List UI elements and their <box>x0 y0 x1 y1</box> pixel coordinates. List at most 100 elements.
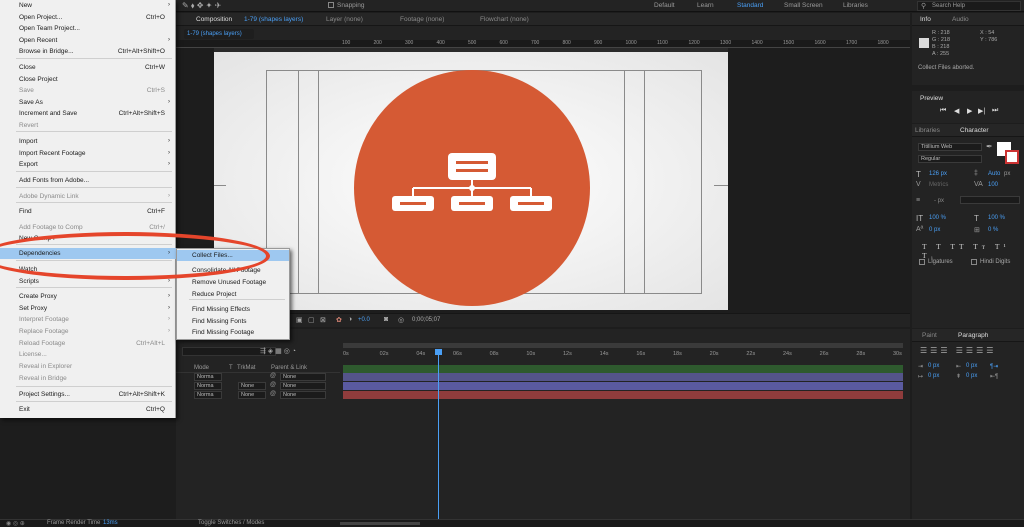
preview-title[interactable]: Preview <box>920 95 943 102</box>
playhead-handle[interactable] <box>435 349 443 355</box>
track-bar-2[interactable] <box>343 373 903 381</box>
direction-rtl-icon[interactable]: ⇤¶ <box>990 373 998 380</box>
last-frame-icon[interactable]: ⏭ <box>992 107 998 115</box>
flowchart-tab[interactable]: Flowchart (none) <box>480 16 529 23</box>
exposure-value[interactable]: +0.0 <box>358 317 370 323</box>
grid-toggle-icon[interactable]: ▣ <box>296 316 303 324</box>
submenu-item[interactable]: Find Missing Fonts <box>177 316 289 327</box>
tracking-value[interactable]: 100 <box>988 182 998 188</box>
first-frame-icon[interactable]: ⏮ <box>940 107 946 115</box>
workspace-tab-libraries[interactable]: Libraries <box>843 2 868 9</box>
audio-tab[interactable]: Audio <box>952 16 969 23</box>
workspace-tab-standard[interactable]: Standard <box>737 2 763 9</box>
workspace-tab-learn[interactable]: Learn <box>697 2 714 9</box>
leading-value[interactable]: Auto <box>988 171 1000 177</box>
indent-right-value[interactable]: 0 px <box>966 363 977 369</box>
layer-row[interactable]: Norma None @ None <box>176 382 340 390</box>
search-help-field[interactable]: ⚲ Search Help <box>917 1 1021 11</box>
next-frame-icon[interactable]: ▶| <box>978 107 985 115</box>
parent-select[interactable]: None <box>280 373 326 381</box>
breadcrumb[interactable]: 1-79 (shapes layers) <box>184 29 254 39</box>
track-bar-3[interactable] <box>343 382 903 390</box>
file-menu-item[interactable]: Find Ctrl+F <box>0 206 176 217</box>
mask-toggle-icon[interactable]: ▢ <box>308 316 315 324</box>
space-before-value[interactable]: 0 px <box>966 373 977 379</box>
file-menu-item[interactable]: Add Fonts from Adobe... <box>0 175 176 186</box>
orange-circle-shape[interactable] <box>354 70 590 306</box>
comp-tab-prefix[interactable]: Composition <box>196 16 232 23</box>
prev-frame-icon[interactable]: ◀ <box>954 107 959 115</box>
file-menu-item[interactable]: Close Ctrl+W <box>0 62 176 73</box>
parent-select[interactable]: None <box>280 382 326 390</box>
tsume-value[interactable]: 0 % <box>988 227 998 233</box>
exposure-icon[interactable]: ◑ <box>348 316 352 323</box>
baseline-shift-value[interactable]: 0 px <box>929 227 940 233</box>
libraries-tab[interactable]: Libraries <box>915 127 940 134</box>
workspace-tab-default[interactable]: Default <box>654 2 675 9</box>
file-menu-item[interactable]: Import Recent Footage › <box>0 148 176 159</box>
file-menu-item[interactable]: Project Settings... Ctrl+Alt+Shift+K <box>0 389 176 400</box>
tool-icons[interactable]: ✎ ⬧ ✥ ✦ ✈ <box>182 1 242 11</box>
blend-mode-select[interactable]: Norma <box>194 373 222 381</box>
playhead[interactable] <box>435 349 443 519</box>
stroke-width-value[interactable]: - px <box>934 198 944 204</box>
camera-icon[interactable]: ◙ <box>384 316 388 323</box>
pickwhip-icon[interactable]: @ <box>270 373 276 379</box>
font-family-select[interactable]: Titillium Web <box>918 143 982 151</box>
paragraph-tab[interactable]: Paragraph <box>958 332 988 339</box>
kerning-value[interactable]: Metrics <box>929 182 948 188</box>
pickwhip-icon[interactable]: @ <box>270 391 276 397</box>
text-style-buttons[interactable]: T T TT Tт T¹ T₁ <box>922 242 1022 260</box>
file-menu-item[interactable]: Close Project <box>0 74 176 85</box>
submenu-item[interactable]: Find Missing Footage <box>177 327 289 338</box>
file-menu-item[interactable]: New › <box>0 0 176 11</box>
snapping-checkbox[interactable] <box>328 2 334 8</box>
file-menu-item[interactable]: Open Recent › <box>0 35 176 46</box>
file-menu-item[interactable]: Export › <box>0 159 176 170</box>
eyedropper-icon[interactable]: ✒ <box>986 142 993 151</box>
first-line-value[interactable]: 0 px <box>928 373 939 379</box>
file-menu-item[interactable]: Create Proxy › <box>0 291 176 302</box>
timecode[interactable]: 0;00;05;07 <box>412 317 440 323</box>
zoom-slider[interactable] <box>340 522 420 525</box>
parent-select[interactable]: None <box>280 391 326 399</box>
snapshot-icon[interactable]: ◎ <box>398 316 404 324</box>
file-menu-item[interactable]: Open Team Project... <box>0 23 176 34</box>
workspace-tab-small-screen[interactable]: Small Screen <box>784 2 823 9</box>
comp-tab-name[interactable]: 1-79 (shapes layers) <box>244 16 303 23</box>
region-icon[interactable]: ⊠ <box>320 316 326 324</box>
font-size-value[interactable]: 126 px <box>929 171 947 177</box>
font-style-select[interactable]: Regular <box>918 155 982 163</box>
stroke-style-select[interactable] <box>960 196 1020 204</box>
vertical-scale-value[interactable]: 100 % <box>929 215 946 221</box>
indent-left-value[interactable]: 0 px <box>928 363 939 369</box>
horizontal-scale-value[interactable]: 100 % <box>988 215 1005 221</box>
layer-row[interactable]: Norma @ None <box>176 373 340 381</box>
info-tab[interactable]: Info <box>920 16 931 23</box>
submenu-item[interactable]: Find Missing Effects <box>177 304 289 315</box>
timeline-toggle-icons[interactable]: ⇶ ◈ ▦ ◎ ◔ <box>260 347 296 355</box>
layer-row[interactable]: Norma None @ None <box>176 391 340 399</box>
footage-tab[interactable]: Footage (none) <box>400 16 444 23</box>
blend-mode-select[interactable]: Norma <box>194 391 222 399</box>
file-menu-item[interactable]: Save As › <box>0 97 176 108</box>
timeline-ruler[interactable]: 0s 02s 04s 06s 08s 10s 12s 14s 16s 18s 20s 22s 24s 26… <box>343 349 903 360</box>
character-tab[interactable]: Character <box>960 127 989 134</box>
blend-mode-select[interactable]: Norma <box>194 382 222 390</box>
play-icon[interactable]: ▶ <box>967 107 972 115</box>
work-area-bar[interactable] <box>343 343 903 348</box>
pickwhip-icon[interactable]: @ <box>270 382 276 388</box>
color-channel-icon[interactable]: ✿ <box>336 316 342 324</box>
file-menu-item[interactable]: Exit Ctrl+Q <box>0 404 176 415</box>
track-matte-select[interactable]: None <box>238 382 266 390</box>
file-menu-item[interactable]: Set Proxy › <box>0 303 176 314</box>
file-menu-item[interactable]: Browse in Bridge... Ctrl+Alt+Shift+O <box>0 46 176 57</box>
file-menu-item[interactable]: Increment and Save Ctrl+Alt+Shift+S <box>0 108 176 119</box>
track-bar-4[interactable] <box>343 391 903 399</box>
file-menu-item[interactable]: Open Project... Ctrl+O <box>0 12 176 23</box>
ligatures-checkbox[interactable] <box>919 259 925 265</box>
file-menu-item[interactable]: Import › <box>0 136 176 147</box>
stroke-color-swatch[interactable] <box>1005 150 1019 164</box>
paint-tab[interactable]: Paint <box>922 332 937 339</box>
status-icons[interactable]: ◉ ◎ ⊕ <box>6 520 25 527</box>
